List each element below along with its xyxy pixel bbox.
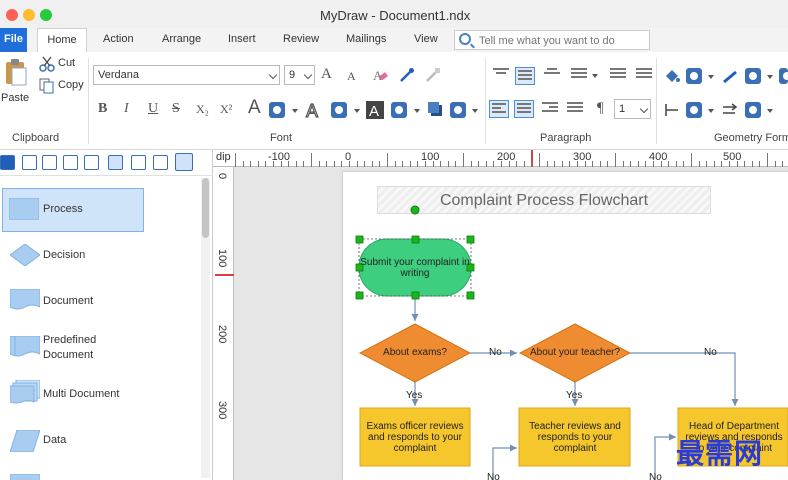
- no-label: No: [489, 347, 502, 358]
- watermark: 最需网: [676, 437, 764, 470]
- exams-officer-text: Exams officer reviews and responds to yo…: [366, 421, 464, 454]
- connector-no-teacher[interactable]: [630, 352, 739, 406]
- decision-exams-text: About exams?: [383, 347, 447, 358]
- teacher-text: Teacher reviews and responds to your com…: [529, 421, 621, 454]
- start-text: Submit your complaint in writing: [360, 257, 470, 279]
- no-label: No: [649, 472, 662, 480]
- yes-label: Yes: [566, 390, 583, 401]
- decision-teacher-text: About your teacher?: [529, 347, 621, 358]
- yes-label: Yes: [406, 390, 423, 401]
- no-label: No: [704, 347, 717, 358]
- rotate-handle[interactable]: [410, 205, 420, 215]
- flowchart-diagram: [355, 205, 788, 480]
- no-label: No: [487, 472, 500, 480]
